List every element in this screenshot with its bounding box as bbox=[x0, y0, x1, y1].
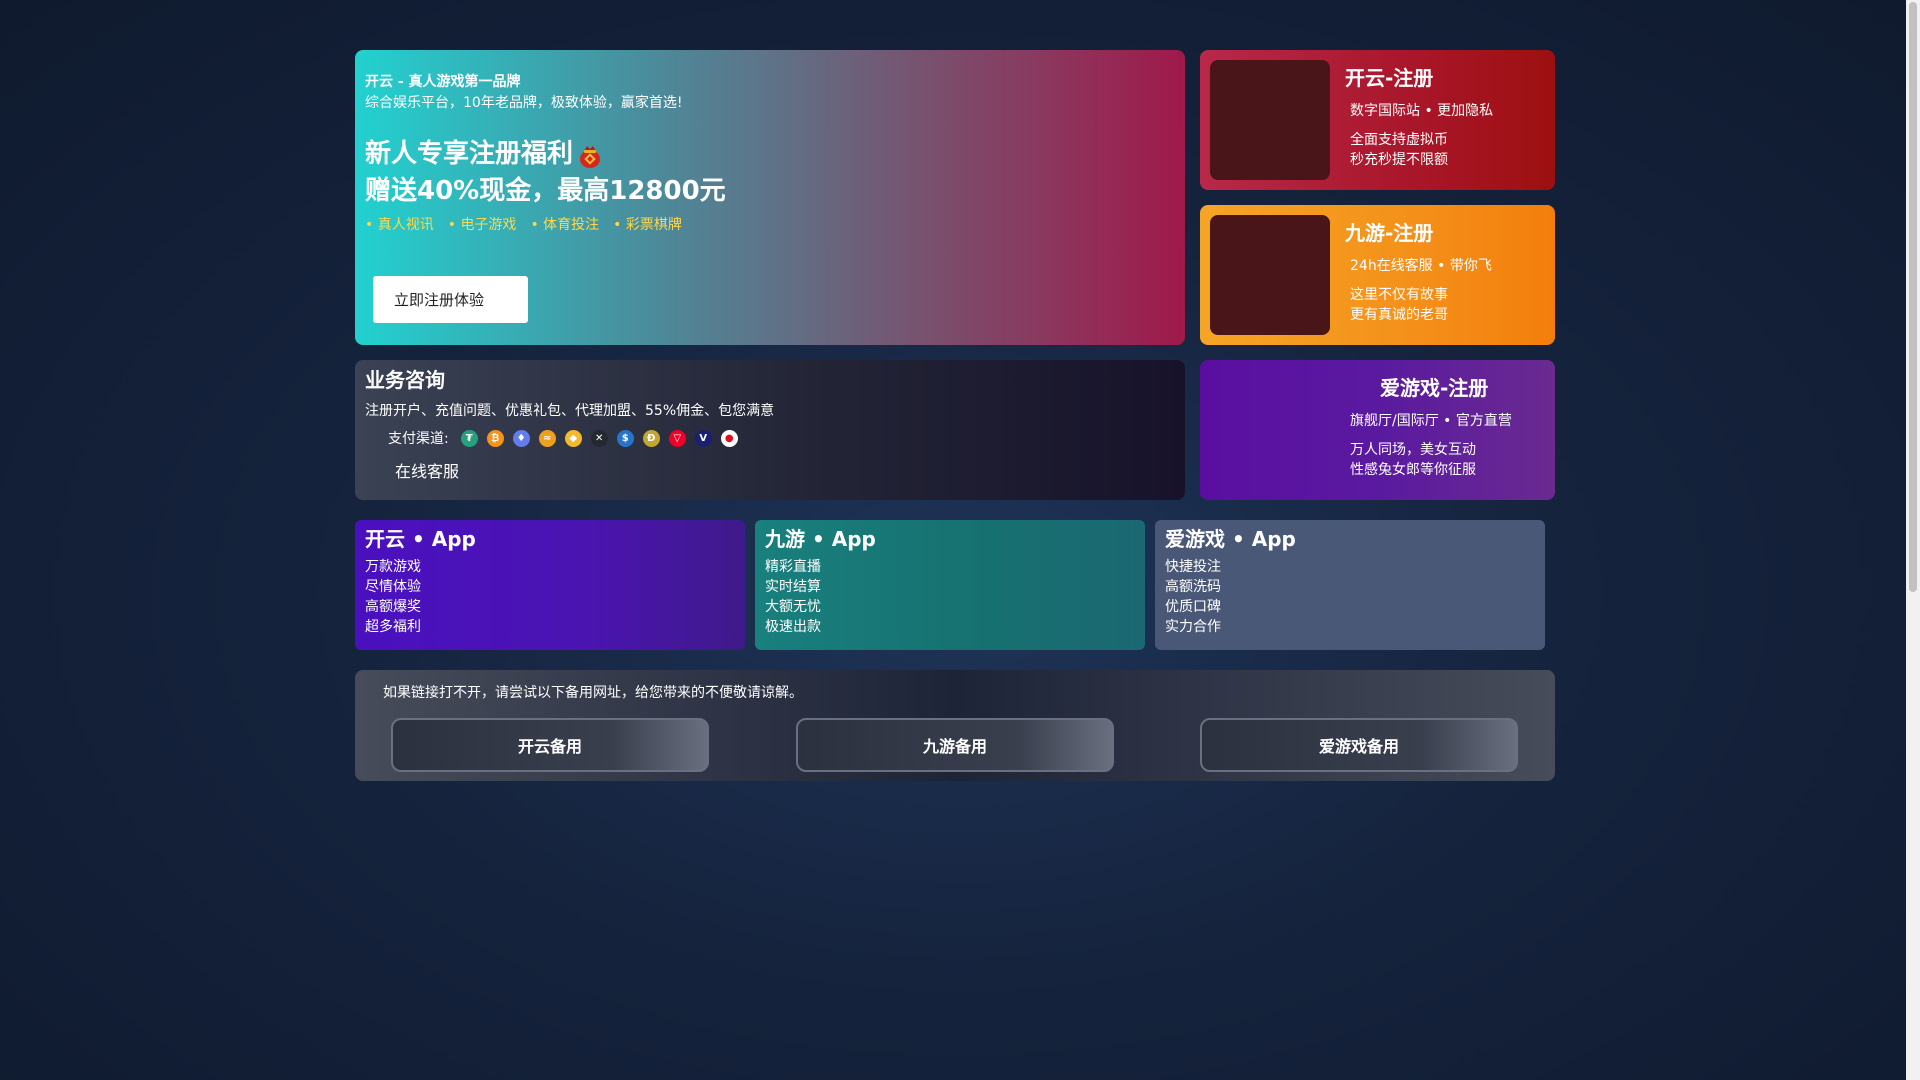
list-item: 万款游戏 bbox=[365, 559, 421, 575]
app-brand: 爱游戏 bbox=[1165, 527, 1225, 551]
hero-tag: 体育投注 bbox=[530, 214, 599, 234]
usdc-icon: $ bbox=[616, 429, 634, 447]
card-desc: 全面支持虚拟币 秒充秒提不限额 bbox=[1350, 130, 1448, 170]
consult-description: 注册开户、充值问题、优惠礼包、代理加盟、55%佣金、包您满意 bbox=[365, 403, 775, 419]
card-thumbnail bbox=[1210, 60, 1330, 180]
list-item: 优质口碑 bbox=[1165, 599, 1221, 615]
app-features: 快捷投注 高额洗码 优质口碑 实力合作 bbox=[1165, 557, 1535, 637]
bnb-icon: ◆ bbox=[564, 429, 582, 447]
app-brand: 九游 bbox=[765, 527, 805, 551]
card-desc-line: 秒充秒提不限额 bbox=[1350, 152, 1448, 168]
hero-bonus-text: 赠送40%现金，最高12800元 bbox=[365, 176, 726, 206]
card-desc-line: 万人同场，美女互动 bbox=[1350, 442, 1476, 458]
jiuyou-backup-button[interactable]: 九游备用 bbox=[796, 718, 1114, 772]
list-item: 精彩直播 bbox=[765, 559, 821, 575]
kaiyun-app-card[interactable]: 开云 • App 万款游戏 尽情体验 高额爆奖 超多福利 bbox=[355, 520, 745, 650]
hero-tag: 彩票棋牌 bbox=[613, 214, 682, 234]
kaiyun-register-card[interactable]: 开云-注册 数字国际站 • 更加隐私 全面支持虚拟币 秒充秒提不限额 bbox=[1200, 50, 1555, 190]
backup-note: 如果链接打不开，请尝试以下备用网址，给您带来的不便敬请谅解。 bbox=[383, 685, 803, 701]
list-item: 超多福利 bbox=[365, 619, 421, 635]
app-features: 精彩直播 实时结算 大额无忧 极速出款 bbox=[765, 557, 1135, 637]
jiuyou-register-card[interactable]: 九游-注册 24h在线客服 • 带你飞 这里不仅有故事 更有真诚的老哥 bbox=[1200, 205, 1555, 345]
register-now-button[interactable]: 立即注册体验 bbox=[373, 276, 528, 323]
card-desc-line: 全面支持虚拟币 bbox=[1350, 132, 1448, 148]
ethereum-icon: ♦ bbox=[512, 429, 530, 447]
aiyouxi-backup-button[interactable]: 爱游戏备用 bbox=[1200, 718, 1518, 772]
payment-icons: ₮ ₿ ♦ ≈ ◆ ✕ $ Ð ▽ V ● bbox=[460, 429, 747, 447]
card-line: 24h在线客服 • 带你飞 bbox=[1350, 258, 1492, 274]
online-service-link[interactable]: 在线客服 bbox=[395, 458, 1175, 482]
bitcoin-icon: ₿ bbox=[486, 429, 504, 447]
list-item: 极速出款 bbox=[765, 619, 821, 635]
list-item: 实力合作 bbox=[1165, 619, 1221, 635]
list-item: 高额洗码 bbox=[1165, 579, 1221, 595]
list-item: 尽情体验 bbox=[365, 579, 421, 595]
card-line: 数字国际站 • 更加隐私 bbox=[1350, 103, 1494, 119]
consult-title: 业务咨询 bbox=[365, 368, 445, 392]
list-item: 实时结算 bbox=[765, 579, 821, 595]
mastercard-icon: ● bbox=[720, 429, 738, 447]
hero-tags: 真人视讯 电子游戏 体育投注 彩票棋牌 bbox=[365, 214, 1175, 234]
hero-tag: 电子游戏 bbox=[448, 214, 516, 234]
app-suffix: • App bbox=[805, 527, 876, 551]
card-title: 爱游戏-注册 bbox=[1380, 376, 1489, 400]
list-item: 大额无忧 bbox=[765, 599, 821, 615]
page-scrollbar[interactable] bbox=[1906, 0, 1920, 1080]
tron-icon: ▽ bbox=[668, 429, 686, 447]
aiyouxi-app-card[interactable]: 爱游戏 • App 快捷投注 高额洗码 优质口碑 实力合作 bbox=[1155, 520, 1545, 650]
app-suffix: • App bbox=[1225, 527, 1296, 551]
app-title: 开云 • App bbox=[365, 526, 735, 552]
card-line: 旗舰厅/国际厅 • 官方直营 bbox=[1350, 413, 1512, 429]
app-features: 万款游戏 尽情体验 高额爆奖 超多福利 bbox=[365, 557, 735, 637]
business-consult-panel: 业务咨询 注册开户、充值问题、优惠礼包、代理加盟、55%佣金、包您满意 支付渠道… bbox=[355, 360, 1185, 500]
backup-links-panel: 如果链接打不开，请尝试以下备用网址，给您带来的不便敬请谅解。 开云备用 九游备用… bbox=[355, 670, 1555, 781]
visa-icon: V bbox=[694, 429, 712, 447]
hero-headline: 新人专享注册福利 bbox=[365, 136, 1175, 172]
tether-icon: ₮ bbox=[460, 429, 478, 447]
card-title: 九游-注册 bbox=[1345, 221, 1434, 245]
card-desc-line: 性感兔女郎等你征服 bbox=[1350, 462, 1476, 478]
card-desc: 万人同场，美女互动 性感兔女郎等你征服 bbox=[1350, 440, 1476, 480]
red-pouch-icon bbox=[579, 142, 601, 168]
jiuyou-app-card[interactable]: 九游 • App 精彩直播 实时结算 大额无忧 极速出款 bbox=[755, 520, 1145, 650]
card-desc-line: 更有真诚的老哥 bbox=[1350, 307, 1448, 323]
list-item: 高额爆奖 bbox=[365, 599, 421, 615]
hero-tag: 真人视讯 bbox=[365, 214, 434, 234]
app-title: 九游 • App bbox=[765, 526, 1135, 552]
card-title: 开云-注册 bbox=[1345, 66, 1434, 90]
app-brand: 开云 bbox=[365, 527, 405, 551]
dogecoin-icon: Ð bbox=[642, 429, 660, 447]
kaiyun-backup-button[interactable]: 开云备用 bbox=[391, 718, 709, 772]
hero-headline-text: 新人专享注册福利 bbox=[365, 139, 574, 169]
hero-brand: 开云 - 真人游戏第一品牌 bbox=[365, 74, 521, 90]
card-desc: 这里不仅有故事 更有真诚的老哥 bbox=[1350, 285, 1448, 325]
aiyouxi-register-card[interactable]: 爱游戏-注册 旗舰厅/国际厅 • 官方直营 万人同场，美女互动 性感兔女郎等你征… bbox=[1200, 360, 1555, 500]
hero-banner: 开云 - 真人游戏第一品牌 综合娱乐平台，10年老品牌，极致体验，赢家首选! 新… bbox=[355, 50, 1185, 345]
scrollbar-thumb[interactable] bbox=[1909, 2, 1917, 592]
gold-coin-icon: ≈ bbox=[538, 429, 556, 447]
card-desc-line: 这里不仅有故事 bbox=[1350, 287, 1448, 303]
hero-subtitle: 综合娱乐平台，10年老品牌，极致体验，赢家首选! bbox=[365, 95, 683, 111]
xrp-icon: ✕ bbox=[590, 429, 608, 447]
app-title: 爱游戏 • App bbox=[1165, 526, 1535, 552]
payment-label: 支付渠道: bbox=[388, 431, 449, 447]
list-item: 快捷投注 bbox=[1165, 559, 1221, 575]
payment-channels: 支付渠道: ₮ ₿ ♦ ≈ ◆ ✕ $ Ð ▽ V ● bbox=[388, 428, 1175, 448]
card-thumbnail bbox=[1210, 215, 1330, 335]
app-suffix: • App bbox=[405, 527, 476, 551]
